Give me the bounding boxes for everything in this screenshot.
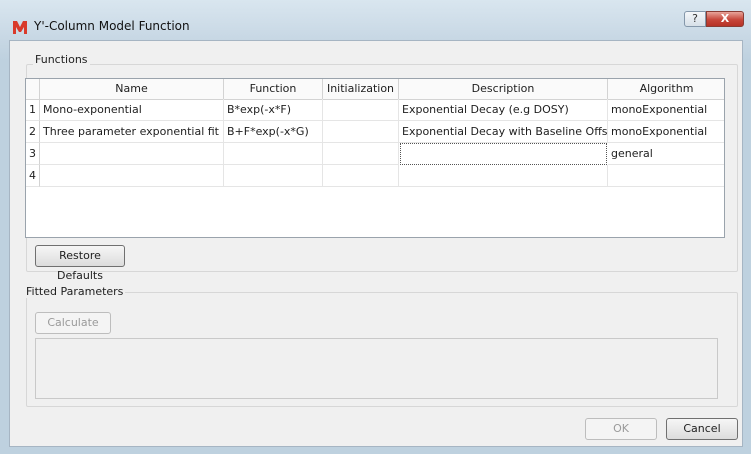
app-logo-icon (13, 21, 27, 34)
cell-function[interactable] (224, 143, 323, 165)
cell-name[interactable]: Three parameter exponential fit (40, 121, 224, 143)
cell-description-editing[interactable] (400, 143, 607, 165)
cell-description[interactable] (399, 165, 608, 187)
cell-initialization[interactable] (323, 143, 399, 165)
cell-algorithm[interactable]: monoExponential (608, 121, 724, 143)
cell-initialization[interactable] (323, 99, 399, 121)
header-initialization[interactable]: Initialization (323, 79, 399, 99)
dialog-window: Y'-Column Model Function ? X Functions N… (0, 0, 751, 454)
table-row[interactable]: 3 general (26, 143, 724, 165)
help-icon: ? (692, 12, 698, 25)
functions-table: Name Function Initialization Description… (25, 78, 725, 238)
cell-algorithm[interactable]: monoExponential (608, 99, 724, 121)
cell-description[interactable]: Exponential Decay (e.g DOSY) (399, 99, 608, 121)
cell-name[interactable] (40, 165, 224, 187)
title-bar[interactable]: Y'-Column Model Function ? X (0, 0, 751, 40)
header-name[interactable]: Name (40, 79, 224, 99)
cell-name[interactable] (40, 143, 224, 165)
cell-initialization[interactable] (323, 165, 399, 187)
cell-description[interactable]: Exponential Decay with Baseline Offset (399, 121, 608, 143)
cell-initialization[interactable] (323, 121, 399, 143)
row-number: 2 (26, 121, 40, 143)
table-row[interactable]: 4 (26, 165, 724, 187)
close-button[interactable]: X (706, 11, 744, 27)
header-algorithm[interactable]: Algorithm (608, 79, 724, 99)
table-row[interactable]: 1 Mono-exponential B*exp(-x*F) Exponenti… (26, 99, 724, 121)
cell-algorithm[interactable] (608, 165, 724, 187)
cell-function[interactable]: B*exp(-x*F) (224, 99, 323, 121)
cell-function[interactable]: B+F*exp(-x*G) (224, 121, 323, 143)
help-button[interactable]: ? (684, 11, 706, 27)
functions-group-label: Functions (33, 53, 90, 66)
window-title: Y'-Column Model Function (34, 19, 190, 33)
header-rownum (26, 79, 40, 99)
cell-algorithm[interactable]: general (608, 143, 724, 165)
row-number: 3 (26, 143, 40, 165)
table-row[interactable]: 2 Three parameter exponential fit B+F*ex… (26, 121, 724, 143)
row-number: 4 (26, 165, 40, 187)
restore-defaults-button[interactable]: Restore Defaults (35, 245, 125, 282)
header-description[interactable]: Description (399, 79, 608, 99)
ok-button[interactable]: OK (585, 418, 657, 440)
close-icon: X (720, 12, 730, 25)
cancel-button[interactable]: Cancel (666, 418, 738, 440)
row-number: 1 (26, 99, 40, 121)
calculate-button[interactable]: Calculate (35, 312, 111, 334)
header-function[interactable]: Function (224, 79, 323, 99)
table-header: Name Function Initialization Description… (26, 79, 724, 100)
cell-name[interactable]: Mono-exponential (40, 99, 224, 121)
cell-function[interactable] (224, 165, 323, 187)
fitted-parameters-label: Fitted Parameters (24, 285, 126, 298)
fitted-parameters-output (35, 338, 718, 399)
